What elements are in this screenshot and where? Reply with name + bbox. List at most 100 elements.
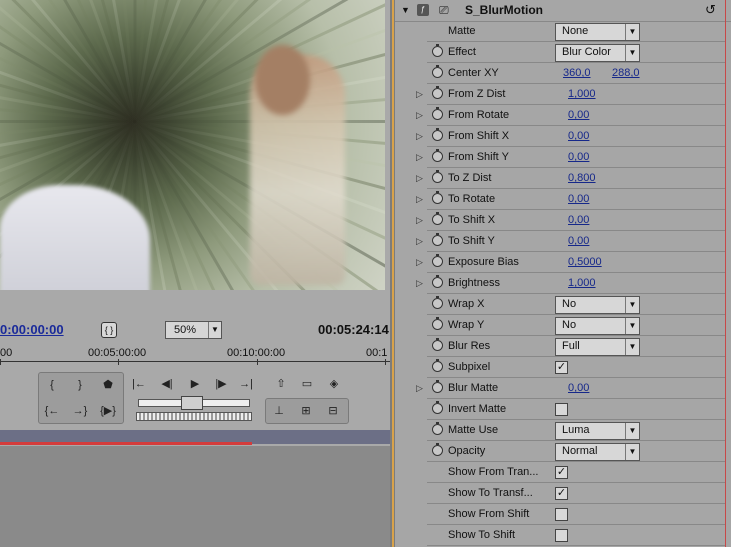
param-label: Opacity xyxy=(448,445,486,457)
step-back-icon[interactable]: |← xyxy=(130,376,148,392)
set-out-icon[interactable]: } xyxy=(71,377,89,393)
export-frame-icon[interactable]: ⊟ xyxy=(324,403,342,419)
twirl-right-icon[interactable]: ▷ xyxy=(416,236,423,247)
fx-toggle-icon[interactable]: ƒ xyxy=(417,4,429,16)
effect-camera-icon: ⎚ xyxy=(439,3,449,17)
current-time-line xyxy=(725,0,726,547)
overlay-icon[interactable]: ▭ xyxy=(298,376,316,392)
insert-icon[interactable]: ⊞ xyxy=(297,403,315,419)
chevron-down-icon: ▼ xyxy=(625,297,639,313)
dropdown-value: Blur Color xyxy=(562,46,611,58)
stopwatch-icon[interactable] xyxy=(432,128,443,141)
param-dropdown[interactable]: Full ▼ xyxy=(555,338,640,356)
param-label: From Shift Y xyxy=(448,151,509,163)
checkbox-unchecked[interactable] xyxy=(555,529,568,542)
param-value-y[interactable]: 288,0 xyxy=(612,67,640,79)
stopwatch-icon[interactable] xyxy=(432,65,443,78)
shuttle-wheel[interactable] xyxy=(136,412,252,421)
play-in-to-out-icon[interactable]: {▶} xyxy=(99,403,117,419)
checkbox-checked[interactable]: ✓ xyxy=(555,487,568,500)
param-value[interactable]: 0,00 xyxy=(568,109,589,121)
stopwatch-icon[interactable] xyxy=(432,44,443,57)
twirl-right-icon[interactable]: ▷ xyxy=(416,257,423,268)
param-value-x[interactable]: 360,0 xyxy=(563,67,591,79)
param-value[interactable]: 1,000 xyxy=(568,277,596,289)
stopwatch-icon[interactable] xyxy=(432,149,443,162)
param-value[interactable]: 0,00 xyxy=(568,235,589,247)
stopwatch-icon[interactable] xyxy=(432,296,443,309)
jog-knob[interactable] xyxy=(181,396,203,410)
go-to-out-icon[interactable]: →} xyxy=(71,403,89,419)
current-timecode[interactable]: 0:00:00:00 xyxy=(0,322,64,337)
param-row: Matte Use Luma ▼ xyxy=(395,420,725,441)
param-dropdown[interactable]: Luma ▼ xyxy=(555,422,640,440)
checkbox-unchecked[interactable] xyxy=(555,508,568,521)
go-to-end-icon[interactable]: →| xyxy=(237,376,255,392)
marker-brackets-icon[interactable]: { } xyxy=(101,322,117,338)
stopwatch-icon[interactable] xyxy=(432,443,443,456)
param-label: Show To Transf... xyxy=(448,487,533,499)
stopwatch-icon[interactable] xyxy=(432,86,443,99)
set-in-icon[interactable]: { xyxy=(43,377,61,393)
param-label: Matte Use xyxy=(448,424,499,436)
param-label: Brightness xyxy=(448,277,500,289)
param-value[interactable]: 0,00 xyxy=(568,382,589,394)
stopwatch-icon[interactable] xyxy=(432,380,443,393)
stopwatch-icon[interactable] xyxy=(432,275,443,288)
param-row: Show From Shift xyxy=(395,504,725,525)
param-label: From Rotate xyxy=(448,109,510,121)
twirl-right-icon[interactable]: ▷ xyxy=(416,194,423,205)
step-forward-icon[interactable]: |▶ xyxy=(212,376,230,392)
jog-slider[interactable] xyxy=(138,396,250,410)
stopwatch-icon[interactable] xyxy=(432,401,443,414)
stopwatch-icon[interactable] xyxy=(432,359,443,372)
zoom-level-select[interactable]: 50% ▼ xyxy=(165,321,222,339)
stopwatch-icon[interactable] xyxy=(432,422,443,435)
frame-back-icon[interactable]: ◀| xyxy=(158,376,176,392)
param-value[interactable]: 0,00 xyxy=(568,151,589,163)
param-value[interactable]: 0,800 xyxy=(568,172,596,184)
param-value[interactable]: 1,000 xyxy=(568,88,596,100)
checkbox-checked[interactable]: ✓ xyxy=(555,361,568,374)
param-value[interactable]: 0,00 xyxy=(568,130,589,142)
reset-icon[interactable]: ↺ xyxy=(705,2,716,18)
stopwatch-icon[interactable] xyxy=(432,254,443,267)
param-dropdown[interactable]: Normal ▼ xyxy=(555,443,640,461)
go-to-in-icon[interactable]: {← xyxy=(43,403,61,419)
stopwatch-icon[interactable] xyxy=(432,317,443,330)
lift-icon[interactable]: ⇧ xyxy=(272,376,290,392)
set-marker-icon[interactable]: ⬟ xyxy=(99,377,117,393)
twirl-right-icon[interactable]: ▷ xyxy=(416,131,423,142)
twirl-right-icon[interactable]: ▷ xyxy=(416,110,423,121)
twirl-right-icon[interactable]: ▷ xyxy=(416,215,423,226)
twirl-right-icon[interactable]: ▷ xyxy=(416,89,423,100)
twirl-down-icon[interactable]: ▼ xyxy=(401,5,410,15)
trim-icon[interactable]: ⊥ xyxy=(270,403,288,419)
stopwatch-icon[interactable] xyxy=(432,107,443,120)
param-dropdown[interactable]: None ▼ xyxy=(555,23,640,41)
safe-margins-icon[interactable]: ◈ xyxy=(325,376,343,392)
twirl-right-icon[interactable]: ▷ xyxy=(416,278,423,289)
duration-timecode: 00:05:24:14 xyxy=(318,322,389,337)
stopwatch-icon[interactable] xyxy=(432,233,443,246)
stopwatch-icon[interactable] xyxy=(432,191,443,204)
stopwatch-icon[interactable] xyxy=(432,170,443,183)
play-icon[interactable]: ▶ xyxy=(186,376,204,392)
param-value[interactable]: 0,5000 xyxy=(568,256,602,268)
param-value[interactable]: 0,00 xyxy=(568,214,589,226)
stopwatch-icon[interactable] xyxy=(432,338,443,351)
param-dropdown[interactable]: No ▼ xyxy=(555,296,640,314)
twirl-right-icon[interactable]: ▷ xyxy=(416,173,423,184)
time-ruler[interactable]: 00 00:05:00:00 00:10:00:00 00:1 xyxy=(0,345,390,367)
effect-controls-panel: ▼ ƒ ⎚ S_BlurMotion ↺ Matte None ▼ Effect Blu… xyxy=(395,0,731,547)
marker-controls: { } ⬟ {← →} {▶} xyxy=(38,372,124,424)
twirl-right-icon[interactable]: ▷ xyxy=(416,383,423,394)
checkbox-unchecked[interactable] xyxy=(555,403,568,416)
param-dropdown[interactable]: No ▼ xyxy=(555,317,640,335)
effect-header[interactable]: ▼ ƒ ⎚ S_BlurMotion ↺ xyxy=(395,0,731,22)
param-dropdown[interactable]: Blur Color ▼ xyxy=(555,44,640,62)
stopwatch-icon[interactable] xyxy=(432,212,443,225)
twirl-right-icon[interactable]: ▷ xyxy=(416,152,423,163)
checkbox-checked[interactable]: ✓ xyxy=(555,466,568,479)
param-value[interactable]: 0,00 xyxy=(568,193,589,205)
